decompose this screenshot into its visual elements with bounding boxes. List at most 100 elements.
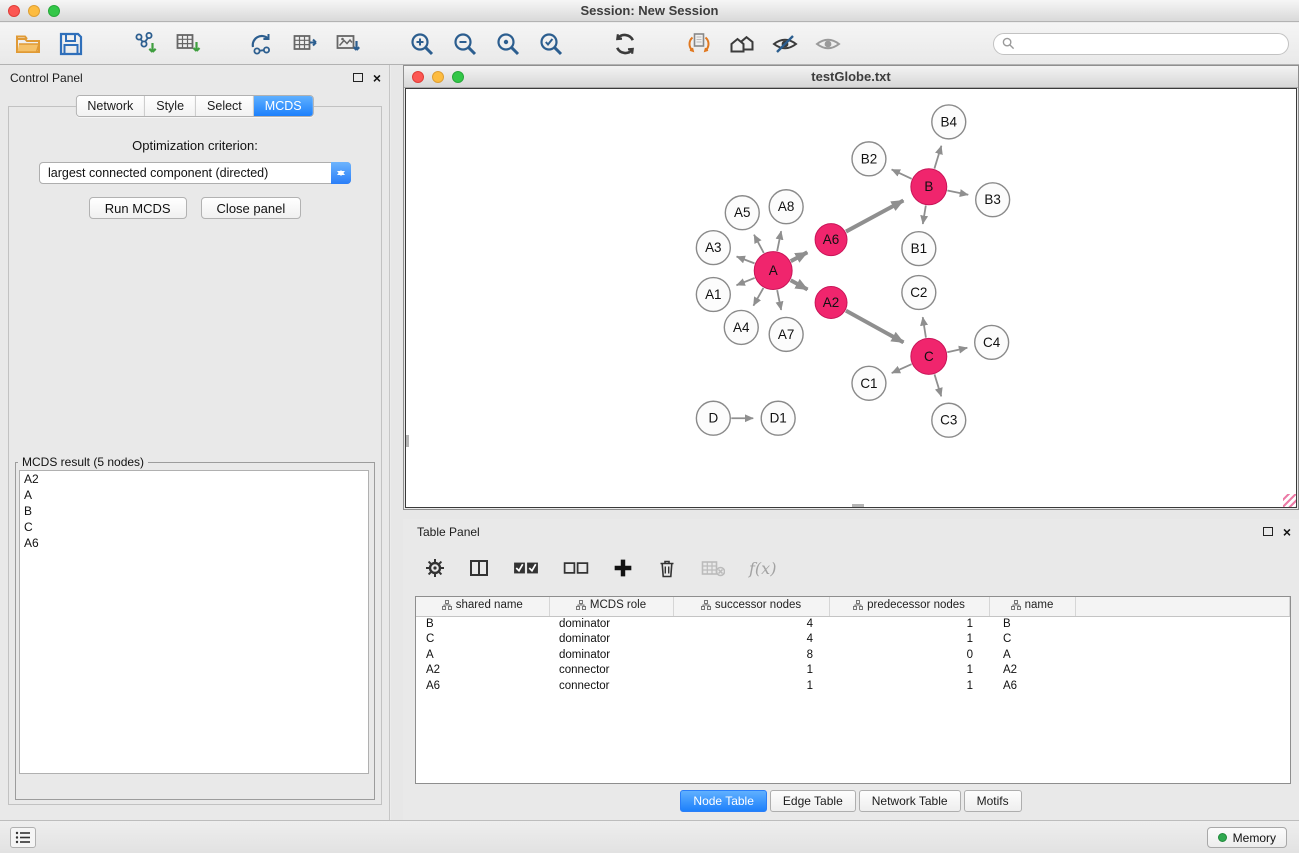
create-column-button[interactable] [613,558,633,578]
graph-edge-A-A2[interactable] [791,280,808,289]
table-row[interactable]: Bdominator41B [416,616,1290,632]
search-box[interactable] [993,33,1289,55]
horizontal-splitter[interactable] [403,510,1299,519]
zoom-in-button[interactable] [408,30,436,58]
tab-node-table[interactable]: Node Table [680,790,767,812]
graph-node-D1[interactable]: D1 [761,401,795,435]
table-row[interactable]: Cdominator41C [416,632,1290,648]
run-mcds-button[interactable]: Run MCDS [89,197,187,219]
graph-node-B3[interactable]: B3 [976,183,1010,217]
graph-node-C3[interactable]: C3 [932,403,966,437]
horizontal-scroll-indicator[interactable] [852,504,864,507]
select-all-columns-button[interactable] [513,558,539,578]
resize-grip[interactable] [1283,494,1296,507]
tab-style[interactable]: Style [144,96,195,116]
graph-edge-A-A7[interactable] [777,290,781,310]
graph-edge-B-B4[interactable] [934,146,941,169]
dropdown-stepper-icon[interactable] [331,162,351,184]
graph-node-A4[interactable]: A4 [724,310,758,344]
show-columns-button[interactable] [469,558,489,578]
column-header-name[interactable]: name [989,597,1075,616]
graph-edge-C-C3[interactable] [935,374,942,396]
mcds-result-item[interactable]: A2 [20,471,368,487]
graph-node-A1[interactable]: A1 [696,278,730,312]
graphics-details-button[interactable] [771,30,799,58]
tab-mcds[interactable]: MCDS [253,96,313,116]
graph-edge-A-A6[interactable] [791,252,808,261]
close-panel-button[interactable]: Close panel [201,197,302,219]
tab-network-table[interactable]: Network Table [859,790,961,812]
open-session-button[interactable] [14,30,42,58]
network-canvas[interactable]: B4B2BB3A8A5A6A3B1AC2A1A2A4A7C4CC1C3DD1 [405,88,1297,508]
graph-node-B[interactable]: B [911,169,947,205]
network-overview-button[interactable] [728,30,756,58]
show-hide-button[interactable] [814,30,842,58]
graph-node-C1[interactable]: C1 [852,366,886,400]
memory-button[interactable]: Memory [1207,827,1287,848]
table-row[interactable]: A6connector11A6 [416,679,1290,695]
tab-edge-table[interactable]: Edge Table [770,790,856,812]
float-panel-button[interactable] [353,69,363,87]
graph-edge-A-A4[interactable] [753,288,763,306]
delete-column-button[interactable] [657,558,677,578]
graph-node-A3[interactable]: A3 [696,231,730,265]
graph-node-B4[interactable]: B4 [932,105,966,139]
tab-network[interactable]: Network [76,96,144,116]
zoom-selected-button[interactable] [537,30,565,58]
vertical-splitter[interactable] [391,65,403,820]
mcds-result-item[interactable]: A [20,487,368,503]
first-neighbors-button[interactable] [685,30,713,58]
graph-node-A7[interactable]: A7 [769,317,803,351]
delete-table-button[interactable] [701,558,725,578]
table-row[interactable]: Adominator80A [416,648,1290,664]
table-row[interactable]: A2connector11A2 [416,663,1290,679]
graph-edge-C-C4[interactable] [947,348,967,352]
task-history-button[interactable] [10,827,36,848]
graph-node-A[interactable]: A [754,252,792,290]
graph-node-D[interactable]: D [696,401,730,435]
column-header-mcds-role[interactable]: MCDS role [549,597,673,616]
mcds-result-list[interactable]: A2ABCA6 [19,470,369,774]
graph-node-C4[interactable]: C4 [975,325,1009,359]
export-network-button[interactable] [248,30,276,58]
graph-node-A6[interactable]: A6 [815,224,847,256]
import-network-button[interactable] [131,30,159,58]
function-builder-button[interactable]: f(x) [749,559,776,578]
export-table-button[interactable] [291,30,319,58]
network-window-titlebar[interactable]: testGlobe.txt [404,66,1298,88]
close-table-panel-icon[interactable]: × [1283,526,1291,538]
column-header-shared-name[interactable]: shared name [416,597,549,616]
mcds-result-item[interactable]: A6 [20,535,368,551]
zoom-out-button[interactable] [451,30,479,58]
graph-edge-A6-B[interactable] [846,201,903,232]
import-table-button[interactable] [174,30,202,58]
table-settings-button[interactable] [425,558,445,578]
graph-node-A2[interactable]: A2 [815,287,847,319]
zoom-fit-button[interactable] [494,30,522,58]
vertical-scroll-indicator[interactable] [406,435,409,447]
graph-edge-C-C2[interactable] [923,317,926,337]
tab-select[interactable]: Select [195,96,253,116]
search-input[interactable] [1020,37,1280,51]
unselect-all-columns-button[interactable] [563,558,589,578]
graph-node-C2[interactable]: C2 [902,276,936,310]
graph-node-B2[interactable]: B2 [852,142,886,176]
column-header-predecessor-nodes[interactable]: predecessor nodes [829,597,989,616]
graph-edge-B-B2[interactable] [892,169,912,178]
mcds-result-item[interactable]: B [20,503,368,519]
graph-edge-B-B3[interactable] [947,191,968,195]
graph-edge-A-A5[interactable] [754,235,764,253]
graph-edge-A-A3[interactable] [737,256,755,263]
column-header-successor-nodes[interactable]: successor nodes [673,597,829,616]
optimization-criterion-dropdown[interactable]: largest connected component (directed) [39,162,351,184]
close-panel-icon[interactable]: × [373,72,381,84]
float-table-panel-button[interactable] [1263,523,1273,541]
graph-node-A8[interactable]: A8 [769,190,803,224]
save-session-button[interactable] [57,30,85,58]
tab-motifs[interactable]: Motifs [964,790,1022,812]
graph-node-C[interactable]: C [911,338,947,374]
graph-node-A5[interactable]: A5 [725,196,759,230]
node-table-container[interactable]: shared name MCDS role successor nodes pr… [415,596,1291,784]
export-image-button[interactable] [334,30,362,58]
graph-edge-C-C1[interactable] [892,364,912,373]
